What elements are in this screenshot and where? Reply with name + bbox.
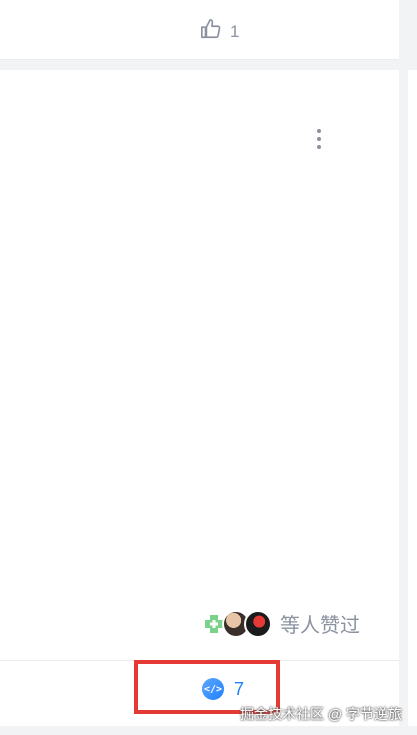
more-vertical-icon[interactable] — [312, 126, 326, 152]
watermark: 掘金技术社区 @ 字节逆旅 — [240, 706, 402, 722]
liked-by-row[interactable]: 等人赞过 — [200, 609, 360, 638]
liked-by-label: 等人赞过 — [280, 615, 360, 637]
like-count: 1 — [230, 21, 240, 41]
side-card-edge — [408, 70, 417, 726]
like-button[interactable]: 1 — [200, 18, 239, 45]
avatar[interactable] — [244, 609, 272, 638]
previous-post-footer: 1 — [0, 0, 399, 60]
thumbs-up-icon — [200, 18, 222, 45]
